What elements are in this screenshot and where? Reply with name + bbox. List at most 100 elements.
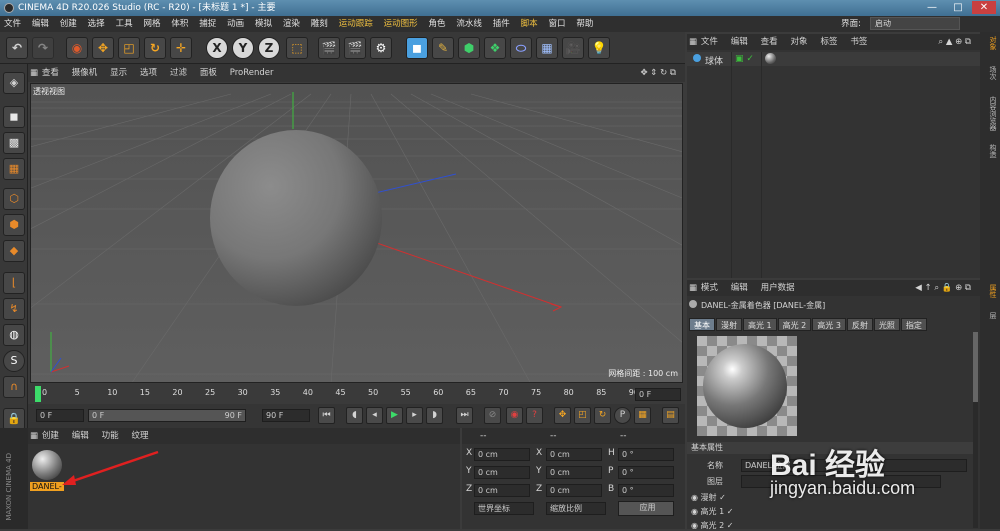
cube-button[interactable]: ◼ — [406, 37, 428, 59]
viewport-nav-icons[interactable]: ✥ ⇕ ↻ ⧉ — [635, 64, 681, 82]
vtab-attributes[interactable]: 属性 — [982, 284, 998, 298]
prev-frame-button[interactable]: ◂ — [366, 407, 383, 424]
points-mode-button[interactable]: ⬡ — [3, 188, 25, 210]
pen-button[interactable]: ✎ — [432, 37, 454, 59]
make-editable-button[interactable]: ◈ — [3, 72, 25, 94]
menu-edit[interactable]: 编辑 — [28, 16, 53, 32]
undo-button[interactable]: ↶ — [6, 37, 28, 59]
light-button[interactable]: 💡 — [588, 37, 610, 59]
start-frame-field[interactable]: 0 F — [36, 409, 84, 422]
menu-create[interactable]: 创建 — [56, 16, 81, 32]
material-tag-icon[interactable] — [765, 53, 776, 64]
vtab-objects[interactable]: 对象 — [982, 36, 998, 50]
polygons-mode-button[interactable]: ◆ — [3, 240, 25, 262]
menu-select[interactable]: 选择 — [84, 16, 109, 32]
next-key-button[interactable]: ◗ — [426, 407, 443, 424]
menu-script[interactable]: 脚本 — [517, 16, 542, 32]
rot-b-field[interactable]: 0 ° — [618, 484, 674, 497]
deformer-button[interactable]: ⬭ — [510, 37, 532, 59]
pos-z-field[interactable]: 0 cm — [474, 484, 530, 497]
key-pla-button[interactable]: ▦ — [634, 407, 651, 424]
attr-scrollbar[interactable] — [973, 332, 978, 528]
material-menu-function[interactable]: 功能 — [97, 428, 124, 444]
recent-tool-button[interactable]: ✛ — [170, 37, 192, 59]
key-position-button[interactable]: ✥ — [554, 407, 571, 424]
tab-specular-1[interactable]: 高光 1 — [743, 318, 777, 331]
pos-x-field[interactable]: 0 cm — [474, 448, 530, 461]
menu-sculpt[interactable]: 雕刻 — [307, 16, 332, 32]
render-settings-button[interactable]: ⚙ — [370, 37, 392, 59]
object-menu-edit[interactable]: 编辑 — [726, 34, 753, 50]
play-button[interactable]: ▶ — [386, 407, 403, 424]
autokey-button[interactable]: ? — [526, 407, 543, 424]
edges-mode-button[interactable]: ⬢ — [3, 214, 25, 236]
model-mode-button[interactable]: ◼ — [3, 106, 25, 128]
z-axis-button[interactable]: Z — [258, 37, 280, 59]
check-specular-2[interactable]: ◉ 高光 2 ✓ — [691, 520, 733, 531]
size-y-field[interactable]: 0 cm — [546, 466, 602, 479]
tab-basic[interactable]: 基本 — [689, 318, 715, 331]
motion-record-button[interactable]: ⊘ — [484, 407, 501, 424]
object-menu-objects[interactable]: 对象 — [786, 34, 813, 50]
render-view-button[interactable]: 🎬 — [318, 37, 340, 59]
viewport-menu-filter[interactable]: 过滤 — [165, 64, 192, 82]
check-specular-1[interactable]: ◉ 高光 1 ✓ — [691, 506, 733, 517]
texture-mode-button[interactable]: ▩ — [3, 132, 25, 154]
vtab-content-browser[interactable]: 内容浏览器 — [982, 96, 998, 131]
vtab-takes[interactable]: 场次 — [982, 66, 998, 80]
rot-h-field[interactable]: 0 ° — [618, 448, 674, 461]
menu-animate[interactable]: 动画 — [223, 16, 248, 32]
tab-specular-3[interactable]: 高光 3 — [812, 318, 846, 331]
record-button[interactable]: ◉ — [506, 407, 523, 424]
viewport-menu-panel[interactable]: 面板 — [195, 64, 222, 82]
viewport-menu-prorender[interactable]: ProRender — [225, 64, 279, 82]
size-z-field[interactable]: 0 cm — [546, 484, 602, 497]
menu-simulate[interactable]: 模拟 — [251, 16, 276, 32]
render-picture-viewer-button[interactable]: 🎬 — [344, 37, 366, 59]
rotate-button[interactable]: ↻ — [144, 37, 166, 59]
apply-button[interactable]: 应用 — [618, 501, 674, 516]
key-scale-button[interactable]: ◰ — [574, 407, 591, 424]
move-button[interactable]: ✥ — [92, 37, 114, 59]
tab-diffuse[interactable]: 漫射 — [716, 318, 742, 331]
object-menu-view[interactable]: 查看 — [756, 34, 783, 50]
menu-character[interactable]: 角色 — [424, 16, 449, 32]
maximize-button[interactable]: □ — [946, 1, 970, 14]
size-mode-select[interactable]: 缩放比例 — [546, 502, 606, 515]
scale-button[interactable]: ◰ — [118, 37, 140, 59]
attr-menu-edit[interactable]: 编辑 — [726, 280, 753, 296]
redo-button[interactable]: ↷ — [32, 37, 54, 59]
viewport-menu-view[interactable]: 查看 — [37, 64, 64, 82]
material-menu-edit[interactable]: 编辑 — [67, 428, 94, 444]
menu-tools[interactable]: 工具 — [112, 16, 137, 32]
y-axis-button[interactable]: Y — [232, 37, 254, 59]
object-menu-bookmarks[interactable]: 书签 — [845, 34, 872, 50]
menu-snap[interactable]: 捕捉 — [195, 16, 220, 32]
key-parameter-button[interactable]: P — [614, 407, 631, 424]
object-menu-tags[interactable]: 标签 — [815, 34, 842, 50]
end-frame-field[interactable]: 90 F — [262, 409, 310, 422]
attr-nav-icons[interactable]: ◀ ↑ ⌕ 🔒 ⊕ ⧉ — [910, 280, 976, 296]
go-to-end-button[interactable]: ⏭ — [456, 407, 473, 424]
tab-reflection[interactable]: 反射 — [846, 318, 873, 331]
menu-volume[interactable]: 体积 — [167, 16, 192, 32]
pos-y-field[interactable]: 0 cm — [474, 466, 530, 479]
snap-button[interactable]: S — [3, 350, 25, 372]
timeline-window-button[interactable]: ▤ — [662, 407, 679, 424]
menu-mograph[interactable]: 运动图形 — [380, 16, 422, 32]
sphere-object[interactable] — [210, 130, 382, 306]
timeline-ruler[interactable]: 0 5 10 15 20 25 30 35 40 45 50 55 60 65 70 75 80 85 90 0 F — [28, 384, 685, 404]
key-rotation-button[interactable]: ↻ — [594, 407, 611, 424]
menu-mesh[interactable]: 网格 — [139, 16, 164, 32]
workplane-button[interactable]: ▦ — [3, 158, 25, 180]
visibility-toggle[interactable]: ▣ ✓ — [735, 54, 754, 64]
soft-selection-button[interactable]: ◍ — [3, 324, 25, 346]
object-menu-file[interactable]: 文件 — [696, 34, 723, 50]
next-frame-button[interactable]: ▸ — [406, 407, 423, 424]
size-x-field[interactable]: 0 cm — [546, 448, 602, 461]
floor-button[interactable]: ▦ — [536, 37, 558, 59]
vtab-layers[interactable]: 层 — [982, 312, 998, 319]
tab-illumination[interactable]: 光照 — [873, 318, 900, 331]
coord-system-select[interactable]: 世界坐标 — [474, 502, 534, 515]
menu-file[interactable]: 文件 — [0, 16, 25, 32]
